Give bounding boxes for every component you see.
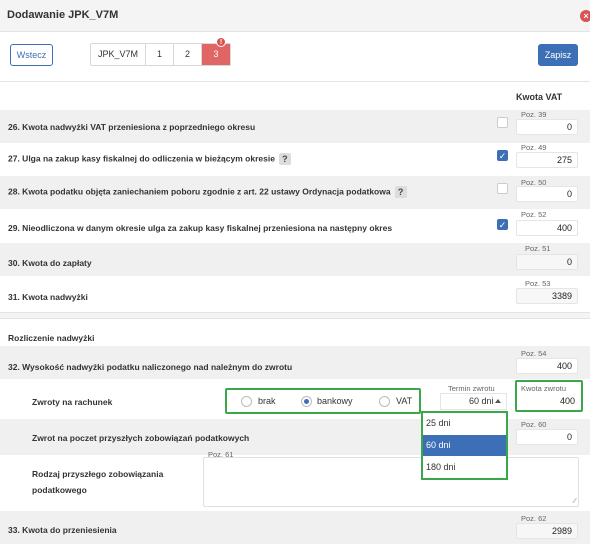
poz-label: Poz. 62: [521, 514, 547, 523]
table-row: 30. Kwota do zapłaty Poz. 51 0: [0, 243, 590, 276]
poz-label: Poz. 53: [525, 279, 551, 288]
table-row: 31. Kwota nadwyżki Poz. 53 3389: [0, 277, 590, 310]
window-title: Dodawanie JPK_V7M: [7, 9, 119, 21]
refund-amount-field[interactable]: 400: [518, 394, 580, 410]
value-readonly: 3389: [516, 288, 578, 304]
tab-2[interactable]: 2: [174, 44, 202, 65]
table-row: 29. Nieodliczona w danym okresie ulga za…: [0, 209, 590, 242]
row-label: 29. Nieodliczona w danym okresie ulga za…: [8, 223, 393, 233]
radio-brak[interactable]: [241, 396, 252, 407]
term-select-value: 60 dni: [469, 396, 494, 406]
row-label-line2: podatkowego: [32, 485, 87, 495]
tab-3-label: 3: [213, 49, 219, 59]
table-row: 33. Kwota do przeniesienia Poz. 62 2989: [0, 511, 590, 544]
row-label: 32. Wysokość nadwyżki podatku naliczoneg…: [8, 362, 293, 372]
table-row: 28. Kwota podatku objęta zaniechaniem po…: [0, 176, 590, 209]
refunds-label: Zwroty na rachunek: [32, 397, 113, 407]
radio-bankowy[interactable]: [301, 396, 312, 407]
poz-label: Poz. 49: [521, 143, 547, 152]
row-label: Zwrot na poczet przyszłych zobowiązań po…: [32, 433, 250, 443]
step-tabs: JPK_V7M 1 2 3 !: [90, 37, 231, 66]
toolbar: Wstecz JPK_V7M 1 2 3 ! Zapisz: [0, 32, 590, 82]
resize-handle-icon[interactable]: ⁄⁄: [574, 498, 576, 505]
value-field[interactable]: 0: [516, 186, 578, 202]
row-label: 30. Kwota do zapłaty: [8, 258, 92, 268]
term-select[interactable]: 60 dni: [440, 393, 507, 410]
warning-badge-icon: !: [216, 37, 226, 47]
help-icon[interactable]: ?: [394, 186, 407, 198]
checkbox-checked[interactable]: ✓: [497, 150, 508, 161]
value-field[interactable]: 275: [516, 152, 578, 168]
term-option-25[interactable]: 25 dni: [423, 413, 506, 434]
checkbox[interactable]: [497, 117, 508, 128]
radio-vat[interactable]: [379, 396, 390, 407]
caret-up-icon: [495, 399, 501, 403]
row-label: 31. Kwota nadwyżki: [8, 292, 88, 302]
close-icon[interactable]: ×: [580, 10, 590, 22]
section-divider: [0, 312, 590, 319]
window-titlebar: Dodawanie JPK_V7M: [0, 0, 590, 32]
section-title: Rozliczenie nadwyżki: [8, 333, 95, 343]
row-label-text: 27. Ulga na zakup kasy fiskalnej do odli…: [8, 153, 275, 164]
row-label: 26. Kwota nadwyżki VAT przeniesiona z po…: [8, 122, 256, 132]
value-readonly: 0: [516, 254, 578, 270]
value-field[interactable]: 400: [516, 358, 578, 374]
row-label-line1: Rodzaj przyszłego zobowiązania: [32, 469, 164, 479]
checkbox[interactable]: [497, 183, 508, 194]
poz-label: Poz. 52: [521, 210, 547, 219]
radio-label-brak: brak: [258, 396, 276, 406]
table-row: 26. Kwota nadwyżki VAT przeniesiona z po…: [0, 110, 590, 143]
poz-label: Poz. 51: [525, 244, 551, 253]
poz-label: Poz. 60: [521, 420, 547, 429]
term-label: Termin zwrotu: [448, 384, 495, 393]
tab-1[interactable]: 1: [146, 44, 174, 65]
row-label: 33. Kwota do przeniesienia: [8, 525, 117, 535]
term-dropdown: 25 dni 60 dni 180 dni: [421, 411, 508, 480]
row-label: 28. Kwota podatku objęta zaniechaniem po…: [8, 186, 407, 198]
row-label: 27. Ulga na zakup kasy fiskalnej do odli…: [8, 153, 291, 165]
save-button[interactable]: Zapisz: [538, 44, 578, 66]
liability-type-textarea[interactable]: ⁄⁄: [203, 457, 579, 507]
radio-label-bankowy: bankowy: [317, 396, 353, 406]
poz-label: Poz. 54: [521, 349, 547, 358]
column-header-vat: Kwota VAT: [516, 92, 563, 102]
value-readonly: 2989: [516, 523, 578, 539]
term-option-60[interactable]: 60 dni: [423, 435, 506, 456]
checkbox-checked[interactable]: ✓: [497, 219, 508, 230]
tab-jpk-v7m[interactable]: JPK_V7M: [91, 44, 146, 65]
poz-label: Poz. 39: [521, 110, 547, 119]
tab-3[interactable]: 3 !: [202, 37, 230, 65]
help-icon[interactable]: ?: [278, 153, 291, 165]
amount-label: Kwota zwrotu: [521, 384, 567, 393]
table-row: 27. Ulga na zakup kasy fiskalnej do odli…: [0, 143, 590, 176]
back-button[interactable]: Wstecz: [10, 44, 53, 66]
section-header: Rozliczenie nadwyżki: [0, 324, 590, 346]
term-option-180[interactable]: 180 dni: [423, 457, 506, 478]
table-row: 32. Wysokość nadwyżki podatku naliczoneg…: [0, 346, 590, 379]
row-label-text: 28. Kwota podatku objęta zaniechaniem po…: [8, 186, 391, 197]
radio-label-vat: VAT: [396, 396, 413, 406]
value-field[interactable]: 400: [516, 220, 578, 236]
value-field[interactable]: 0: [516, 119, 578, 135]
value-field[interactable]: 0: [516, 429, 578, 445]
